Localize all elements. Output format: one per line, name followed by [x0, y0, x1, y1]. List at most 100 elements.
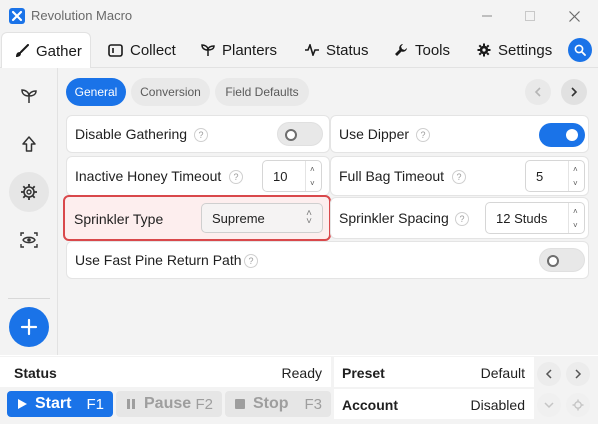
spinner-value: 10	[273, 169, 288, 184]
select-value: Supreme	[212, 211, 265, 226]
sprinkler-type-row: Sprinkler Type Supreme ˄ ˅	[63, 195, 331, 241]
close-button[interactable]	[552, 0, 596, 32]
add-button[interactable]	[9, 307, 49, 347]
preset-next-button[interactable]	[566, 362, 590, 386]
chevron-up-icon[interactable]: ˄	[310, 165, 315, 174]
tab-label: Settings	[498, 41, 553, 59]
status-cell: Status Ready	[0, 357, 331, 387]
gear-icon	[477, 43, 491, 57]
use-fast-pine-return-path-row: Use Fast Pine Return Path ?	[66, 241, 589, 279]
status-label: Status	[14, 365, 57, 381]
spinner-arrows[interactable]: ˄ ˅	[305, 161, 321, 191]
play-icon	[18, 399, 27, 409]
sidebar-item-settings[interactable]	[9, 172, 49, 212]
help-icon[interactable]: ?	[229, 170, 243, 184]
disable-gathering-toggle[interactable]	[277, 122, 323, 146]
setting-label: Inactive Honey Timeout	[75, 168, 222, 184]
tab-tools[interactable]: Tools	[394, 32, 450, 68]
setting-label: Use Fast Pine Return Path	[75, 252, 242, 268]
start-button[interactable]: Start F1	[7, 391, 113, 417]
pause-button[interactable]: Pause F2	[116, 391, 222, 417]
chevron-down-icon	[544, 402, 554, 409]
pause-icon	[127, 399, 135, 409]
help-icon[interactable]: ?	[194, 128, 208, 142]
account-value[interactable]: Disabled	[471, 397, 525, 413]
tab-label: Collect	[130, 41, 176, 59]
arrow-up-icon	[22, 136, 36, 152]
chevron-down-icon[interactable]: ˅	[573, 221, 578, 230]
pause-hotkey: F2	[195, 395, 213, 413]
subtab-conversion[interactable]: Conversion	[131, 78, 210, 106]
subtab-field-defaults[interactable]: Field Defaults	[215, 78, 309, 106]
full-bag-timeout-row: Full Bag Timeout ? 5 ˄ ˅	[330, 156, 589, 196]
pulse-icon	[305, 44, 319, 56]
preset-cell: Preset Default	[334, 357, 534, 387]
chevron-left-icon	[545, 369, 552, 379]
start-label: Start	[35, 395, 72, 412]
spinner-arrows[interactable]: ˄ ˅	[568, 161, 584, 191]
account-cell: Account Disabled	[334, 389, 534, 419]
tab-collect[interactable]: Collect	[108, 32, 176, 68]
sidebar-item-planter[interactable]	[9, 76, 49, 116]
account-label: Account	[342, 397, 398, 413]
help-icon[interactable]: ?	[452, 170, 466, 184]
setting-label: Sprinkler Spacing	[339, 210, 449, 226]
minimize-icon	[482, 15, 492, 17]
tab-settings[interactable]: Settings	[477, 32, 552, 68]
eye-scan-icon	[20, 232, 38, 248]
minimize-button[interactable]	[465, 0, 509, 32]
setting-label: Sprinkler Type	[74, 211, 164, 227]
toggle-knob	[547, 255, 559, 267]
start-hotkey: F1	[86, 395, 104, 413]
chevron-left-icon	[534, 87, 541, 97]
maximize-icon	[525, 11, 535, 21]
inactive-honey-timeout-input[interactable]: 10 ˄ ˅	[262, 160, 322, 192]
search-button[interactable]	[568, 38, 592, 62]
help-icon[interactable]: ?	[416, 128, 430, 142]
wrench-icon	[395, 44, 407, 56]
plus-icon	[20, 318, 38, 336]
use-dipper-row: Use Dipper ?	[330, 115, 589, 153]
window-title: Revolution Macro	[31, 8, 133, 23]
tab-planters[interactable]: Planters	[201, 32, 277, 68]
sprinkler-spacing-input[interactable]: 12 Studs ˄ ˅	[485, 202, 585, 234]
setting-label: Disable Gathering	[75, 126, 188, 142]
preset-prev-button[interactable]	[537, 362, 561, 386]
use-fast-pine-return-path-toggle[interactable]	[539, 248, 585, 272]
full-bag-timeout-input[interactable]: 5 ˄ ˅	[525, 160, 585, 192]
status-value: Ready	[281, 365, 322, 381]
use-dipper-toggle[interactable]	[539, 123, 585, 147]
account-settings-button[interactable]	[566, 393, 590, 417]
subtab-general[interactable]: General	[66, 78, 126, 106]
chevron-down-icon[interactable]: ˅	[310, 179, 315, 188]
preset-value[interactable]: Default	[481, 365, 525, 381]
tab-status[interactable]: Status	[305, 32, 369, 68]
chevron-up-icon[interactable]: ˄	[573, 207, 578, 216]
preset-label: Preset	[342, 365, 385, 381]
sprinkler-type-select[interactable]: Supreme ˄ ˅	[201, 203, 323, 233]
chevron-down-icon[interactable]: ˅	[573, 179, 578, 188]
brush-icon	[16, 44, 29, 57]
prev-page-button[interactable]	[525, 79, 551, 105]
title-bar: Revolution Macro	[0, 0, 598, 32]
stop-button[interactable]: Stop F3	[225, 391, 331, 417]
setting-label: Use Dipper	[339, 126, 410, 142]
sidebar-item-upload[interactable]	[9, 124, 49, 164]
gear-icon	[21, 184, 37, 200]
sidebar-item-view[interactable]	[9, 220, 49, 260]
account-dropdown-button[interactable]	[537, 393, 561, 417]
sprinkler-spacing-row: Sprinkler Spacing ? 12 Studs ˄ ˅	[330, 197, 589, 239]
sprout-icon	[201, 44, 215, 56]
help-icon[interactable]: ?	[455, 212, 469, 226]
tab-gather[interactable]: Gather	[1, 32, 91, 69]
stop-hotkey: F3	[304, 395, 322, 413]
tab-label: Planters	[222, 41, 278, 59]
chevron-up-icon[interactable]: ˄	[573, 165, 578, 174]
inactive-honey-timeout-row: Inactive Honey Timeout ? 10 ˄ ˅	[66, 156, 330, 196]
maximize-button[interactable]	[508, 0, 552, 32]
next-page-button[interactable]	[561, 79, 587, 105]
spinner-arrows[interactable]: ˄ ˅	[568, 203, 584, 233]
stop-icon	[235, 399, 245, 409]
help-icon[interactable]: ?	[244, 254, 258, 268]
chevron-right-icon	[571, 87, 578, 97]
